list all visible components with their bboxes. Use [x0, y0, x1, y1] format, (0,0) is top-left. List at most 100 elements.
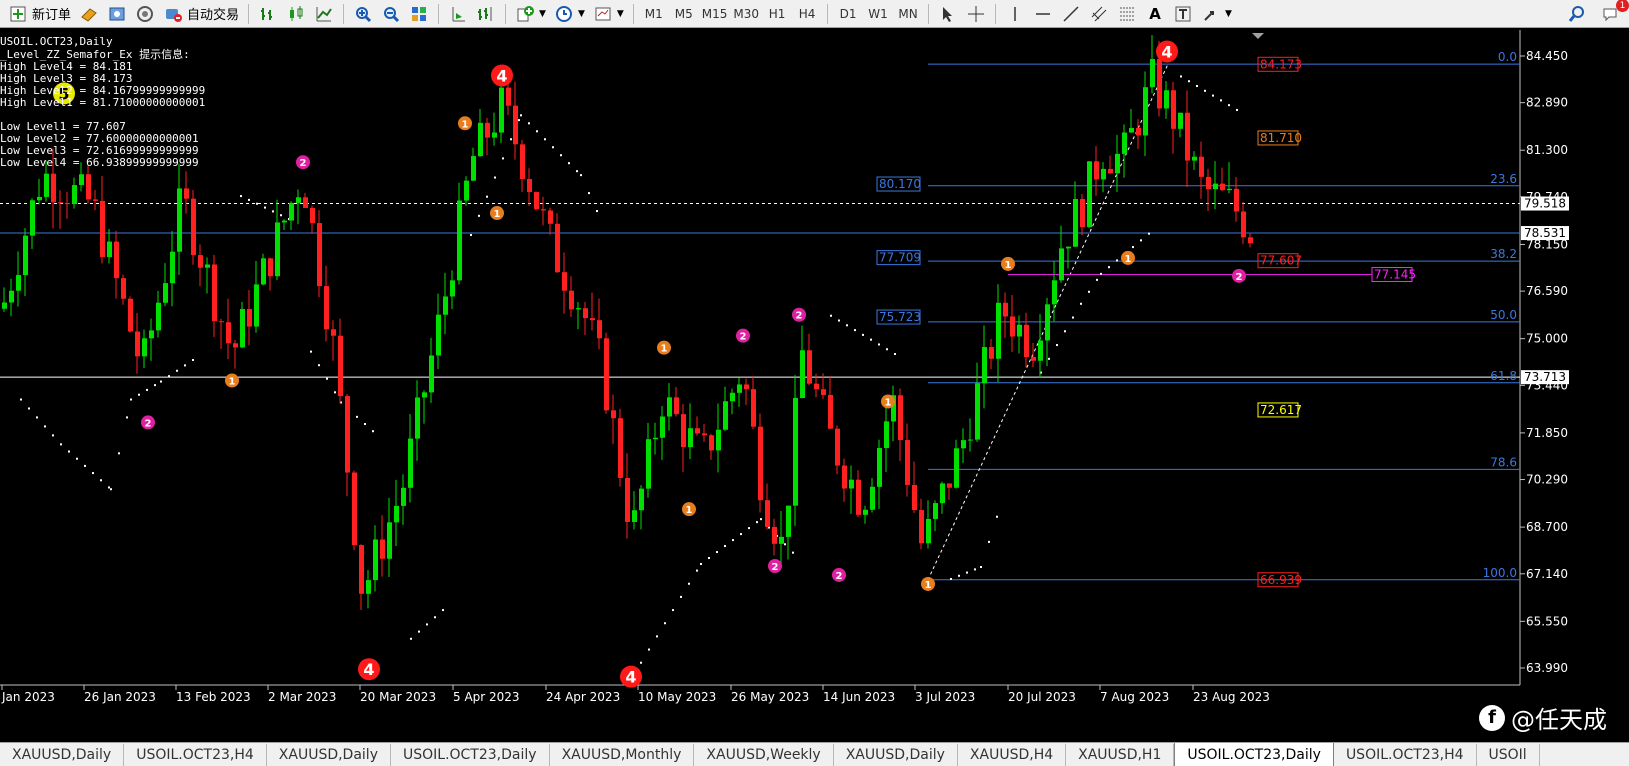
chart-tab[interactable]: USOIL.OCT23,Daily — [391, 744, 550, 766]
candle-up — [667, 397, 672, 417]
toolbar-divider — [248, 3, 250, 24]
fib-price-tag-label: 77.709 — [879, 251, 921, 265]
time-tick-label: 20 Jul 2023 — [1008, 690, 1076, 704]
candle-up — [870, 486, 875, 510]
signals-button[interactable] — [131, 2, 159, 26]
chart-tab[interactable]: USOIl — [1477, 744, 1540, 766]
timeframe-h4[interactable]: H4 — [792, 2, 822, 26]
cursor-tool-button[interactable] — [934, 2, 962, 26]
sar-dot — [486, 195, 488, 198]
candle-up — [254, 284, 259, 327]
timeframe-m1[interactable]: M1 — [639, 2, 669, 26]
trendline-tool[interactable] — [1057, 2, 1085, 26]
sar-dot — [1188, 80, 1190, 83]
candle-down — [1171, 90, 1176, 129]
timeframe-m5[interactable]: M5 — [669, 2, 699, 26]
candle-down — [583, 308, 588, 319]
sar-dot — [118, 452, 120, 455]
candle-up — [9, 290, 14, 303]
price-tick-label: 76.590 — [1526, 284, 1568, 298]
sar-dot — [980, 566, 982, 568]
chart-shift-button[interactable] — [472, 2, 500, 26]
candle-up — [632, 510, 637, 522]
search-button[interactable] — [1563, 2, 1591, 26]
text-tool[interactable]: A — [1141, 2, 1169, 26]
semafor-marker-label: 1 — [494, 209, 501, 220]
timeframe-m15[interactable]: M15 — [699, 2, 731, 26]
fibonacci-tool[interactable] — [1113, 2, 1141, 26]
candle-up — [394, 505, 399, 523]
line-chart-button[interactable] — [310, 2, 338, 26]
candle-up — [1164, 90, 1169, 109]
timeframe-h1[interactable]: H1 — [762, 2, 792, 26]
candle-up — [205, 264, 210, 268]
chart-tab[interactable]: XAUUSD,H1 — [1066, 744, 1175, 766]
timeframe-d1[interactable]: D1 — [833, 2, 863, 26]
tile-windows-icon — [409, 4, 429, 24]
candle-up — [366, 580, 371, 594]
periods-button[interactable]: ▼ — [550, 2, 589, 26]
auto-trading-icon — [163, 4, 183, 24]
candle-up — [940, 483, 945, 504]
sar-dot — [154, 384, 156, 387]
sar-dot — [988, 540, 990, 543]
sar-dot — [494, 176, 496, 179]
candle-up — [982, 347, 987, 384]
meta-editor-button[interactable] — [103, 2, 131, 26]
text-label-tool[interactable] — [1169, 2, 1197, 26]
auto-trading-button[interactable]: 自动交易 — [159, 2, 243, 26]
templates-button[interactable]: ▼ — [589, 2, 628, 26]
price-chart[interactable]: 84.45082.89081.30079.74078.15076.59075.0… — [0, 30, 1629, 742]
chart-tab[interactable]: USOIL.OCT23,H4 — [1334, 744, 1477, 766]
sar-dot — [92, 472, 94, 475]
history-button[interactable] — [75, 2, 103, 26]
chevron-down-icon: ▼ — [1225, 8, 1232, 19]
equidistant-channel-tool[interactable] — [1085, 2, 1113, 26]
autoscroll-button[interactable] — [444, 2, 472, 26]
candle-chart-button[interactable] — [282, 2, 310, 26]
candle-down — [835, 428, 840, 466]
zoom-out-button[interactable] — [377, 2, 405, 26]
timeframe-w1[interactable]: W1 — [863, 2, 893, 26]
notifications-button[interactable]: 1 — [1597, 0, 1629, 26]
chart-tab[interactable]: XAUUSD,Monthly — [550, 744, 695, 766]
chart-tab[interactable]: XAUUSD,Daily — [834, 744, 958, 766]
fibonacci-icon — [1117, 4, 1137, 24]
tile-windows-button[interactable] — [405, 2, 433, 26]
candle-up — [478, 122, 483, 157]
arrows-tool[interactable]: ▼ — [1197, 2, 1236, 26]
sar-dot — [272, 210, 274, 213]
chart-tab[interactable]: USOIL.OCT23,H4 — [124, 744, 267, 766]
candle-up — [926, 518, 931, 544]
indicators-button[interactable]: ▼ — [511, 2, 550, 26]
chart-tab[interactable]: XAUUSD,Weekly — [694, 744, 834, 766]
candle-down — [674, 397, 679, 415]
crosshair-tool-button[interactable] — [962, 2, 990, 26]
candle-up — [79, 174, 84, 186]
time-tick-label: 7 Aug 2023 — [1100, 690, 1169, 704]
sar-dot — [310, 350, 312, 353]
candle-up — [646, 439, 651, 489]
semafor-marker-label: 4 — [625, 668, 636, 687]
zoom-in-button[interactable] — [349, 2, 377, 26]
sar-dot — [84, 464, 86, 467]
candle-down — [1031, 357, 1036, 361]
sar-dot — [958, 574, 960, 577]
bar-chart-button[interactable] — [254, 2, 282, 26]
timeframe-m30[interactable]: M30 — [730, 2, 762, 26]
time-tick-label: 3 Jul 2023 — [915, 690, 975, 704]
chart-tab-active[interactable]: USOIL.OCT23,Daily — [1174, 743, 1334, 766]
sar-dot — [1228, 104, 1230, 107]
horizontal-line-tool[interactable] — [1029, 2, 1057, 26]
candle-down — [597, 320, 602, 339]
candle-up — [1178, 112, 1183, 129]
sar-dot — [176, 369, 178, 372]
chart-tab[interactable]: XAUUSD,Daily — [267, 744, 391, 766]
chart-tab[interactable]: XAUUSD,H4 — [958, 744, 1067, 766]
semafor-marker-label: 1 — [462, 119, 469, 130]
timeframe-mn[interactable]: MN — [893, 2, 923, 26]
vertical-line-tool[interactable] — [1001, 2, 1029, 26]
candle-down — [1241, 211, 1246, 238]
new-order-button[interactable]: 新订单 — [4, 2, 75, 26]
chart-tab[interactable]: XAUUSD,Daily — [0, 744, 125, 766]
